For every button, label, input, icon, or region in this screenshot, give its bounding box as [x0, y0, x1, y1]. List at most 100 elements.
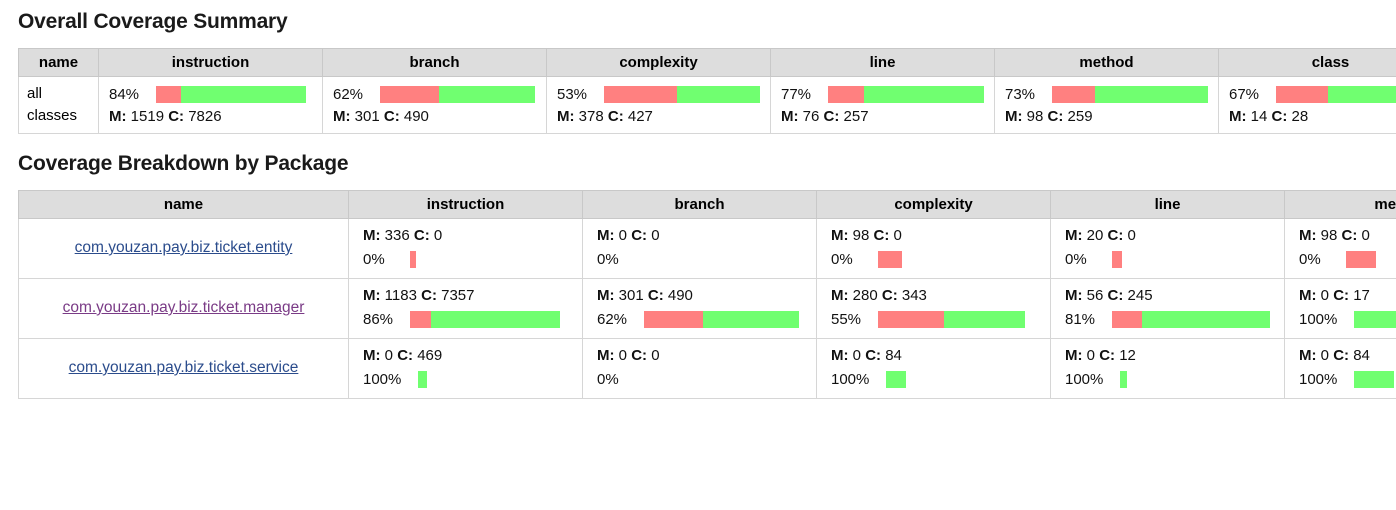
- missed-value: 14: [1251, 108, 1268, 125]
- missed-label: M:: [597, 347, 615, 364]
- bar-covered-segment: [1354, 371, 1394, 388]
- coverage-percent: 73%: [1005, 86, 1043, 103]
- covered-value: 0: [1128, 227, 1136, 244]
- coverage-bar: [380, 86, 535, 103]
- package-name-cell: com.youzan.pay.biz.ticket.service: [19, 338, 349, 398]
- missed-label: M:: [363, 347, 381, 364]
- covered-value: 0: [434, 227, 442, 244]
- covered-label: C:: [414, 227, 430, 244]
- covered-label: C:: [865, 347, 881, 364]
- missed-label: M:: [1299, 227, 1317, 244]
- coverage-bar: [644, 311, 799, 328]
- coverage-bar: [1354, 311, 1396, 328]
- missed-label: M:: [597, 287, 615, 304]
- table-row: com.youzan.pay.biz.ticket.service M: 0 C:…: [19, 338, 1396, 398]
- metric-cell-branch: M: 301 C: 490 62%: [583, 278, 817, 338]
- covered-value: 245: [1128, 287, 1153, 304]
- coverage-percent: 100%: [1299, 371, 1345, 388]
- missed-covered-counts: M: 0 C: 469: [363, 347, 568, 364]
- covered-value: 84: [885, 347, 902, 364]
- column-header-instruction[interactable]: instruction: [99, 49, 323, 77]
- bar-covered-segment: [1142, 311, 1270, 328]
- column-header-name[interactable]: name: [19, 190, 349, 218]
- column-header-name[interactable]: name: [19, 49, 99, 77]
- coverage-percent: 0%: [597, 251, 635, 268]
- missed-value: 0: [1321, 287, 1329, 304]
- bar-missed-segment: [380, 86, 439, 103]
- bar-covered-segment: [944, 311, 1025, 328]
- missed-covered-counts: M: 56 C: 245: [1065, 287, 1270, 304]
- bar-covered-segment: [1095, 86, 1208, 103]
- coverage-breakdown-title: Coverage Breakdown by Package: [18, 152, 1396, 176]
- metric-cell-line: M: 0 C: 12100%: [1051, 338, 1285, 398]
- missed-label: M:: [831, 287, 849, 304]
- column-header-instruction[interactable]: instruction: [349, 190, 583, 218]
- coverage-bar: [886, 371, 906, 388]
- covered-label: C:: [874, 227, 890, 244]
- covered-label: C:: [1272, 108, 1288, 125]
- package-link[interactable]: com.youzan.pay.biz.ticket.entity: [75, 239, 293, 256]
- bar-covered-segment: [864, 86, 984, 103]
- coverage-bar: [410, 251, 416, 268]
- coverage-percent: 67%: [1229, 86, 1267, 103]
- column-header-class[interactable]: class: [1219, 49, 1396, 77]
- package-link[interactable]: com.youzan.pay.biz.ticket.service: [69, 359, 299, 376]
- metric-cell-instruction: 84%M: 1519 C: 7826: [99, 77, 323, 134]
- metric-cell-complexity: M: 98 C: 00%: [817, 218, 1051, 278]
- covered-label: C:: [168, 108, 184, 125]
- coverage-percent: 0%: [1065, 251, 1103, 268]
- coverage-bar: [878, 311, 1025, 328]
- column-header-method[interactable]: method: [995, 49, 1219, 77]
- missed-label: M:: [557, 108, 575, 125]
- covered-value: 0: [651, 227, 659, 244]
- missed-value: 336: [385, 227, 410, 244]
- covered-label: C:: [1048, 108, 1064, 125]
- table-header-row: nameinstructionbranchcomplexitylinemetho…: [19, 49, 1396, 77]
- coverage-bar: [878, 251, 902, 268]
- column-header-branch[interactable]: branch: [583, 190, 817, 218]
- column-header-complexity[interactable]: complexity: [817, 190, 1051, 218]
- missed-label: M:: [781, 108, 799, 125]
- coverage-percent: 62%: [597, 311, 635, 328]
- column-header-branch[interactable]: branch: [323, 49, 547, 77]
- bar-missed-segment: [604, 86, 677, 103]
- missed-label: M:: [333, 108, 351, 125]
- missed-value: 301: [619, 287, 644, 304]
- missed-label: M:: [831, 227, 849, 244]
- column-header-line[interactable]: line: [1051, 190, 1285, 218]
- covered-label: C:: [1342, 227, 1358, 244]
- table-header-row: nameinstructionbranchcomplexitylinemetho…: [19, 190, 1396, 218]
- column-header-line[interactable]: line: [771, 49, 995, 77]
- table-row: com.youzan.pay.biz.ticket.managerM: 1183…: [19, 278, 1396, 338]
- covered-value: 343: [902, 287, 927, 304]
- covered-label: C:: [1108, 227, 1124, 244]
- overall-coverage-summary-title: Overall Coverage Summary: [18, 10, 1396, 34]
- package-link[interactable]: com.youzan.pay.biz.ticket.manager: [63, 299, 305, 316]
- covered-value: 17: [1353, 287, 1370, 304]
- table-row: all classes84%M: 1519 C: 782662%M: 301 C…: [19, 77, 1396, 134]
- package-name-cell: com.youzan.pay.biz.ticket.manager: [19, 278, 349, 338]
- missed-covered-counts: M: 301 C: 490: [333, 108, 536, 125]
- coverage-bar: [1112, 251, 1122, 268]
- covered-label: C:: [1333, 287, 1349, 304]
- missed-covered-counts: M: 0 C: 0: [597, 347, 802, 364]
- missed-covered-counts: M: 1519 C: 7826: [109, 108, 312, 125]
- bar-covered-segment: [431, 311, 560, 328]
- covered-value: 7826: [188, 108, 221, 125]
- coverage-percent: 100%: [1065, 371, 1111, 388]
- table-row: com.youzan.pay.biz.ticket.entity M: 336 C…: [19, 218, 1396, 278]
- column-header-method[interactable]: method: [1285, 190, 1396, 218]
- bar-missed-segment: [410, 311, 431, 328]
- column-header-complexity[interactable]: complexity: [547, 49, 771, 77]
- coverage-percent: 0%: [363, 251, 401, 268]
- covered-label: C:: [608, 108, 624, 125]
- covered-value: 469: [417, 347, 442, 364]
- coverage-bar: [1276, 86, 1396, 103]
- covered-value: 0: [651, 347, 659, 364]
- missed-covered-counts: M: 301 C: 490: [597, 287, 802, 304]
- covered-label: C:: [1108, 287, 1124, 304]
- metric-cell-instruction: M: 0 C: 469100%: [349, 338, 583, 398]
- bar-covered-segment: [703, 311, 799, 328]
- coverage-percent: 100%: [1299, 311, 1345, 328]
- missed-value: 98: [853, 227, 870, 244]
